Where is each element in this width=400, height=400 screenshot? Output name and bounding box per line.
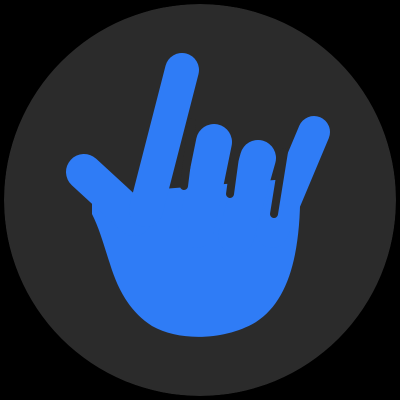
love-you-hand-sign-icon: [4, 4, 396, 396]
circle-badge: [4, 4, 396, 396]
icon-canvas: [0, 0, 400, 400]
middle-finger-shape: [178, 124, 232, 248]
ring-finger-shape: [218, 140, 276, 254]
